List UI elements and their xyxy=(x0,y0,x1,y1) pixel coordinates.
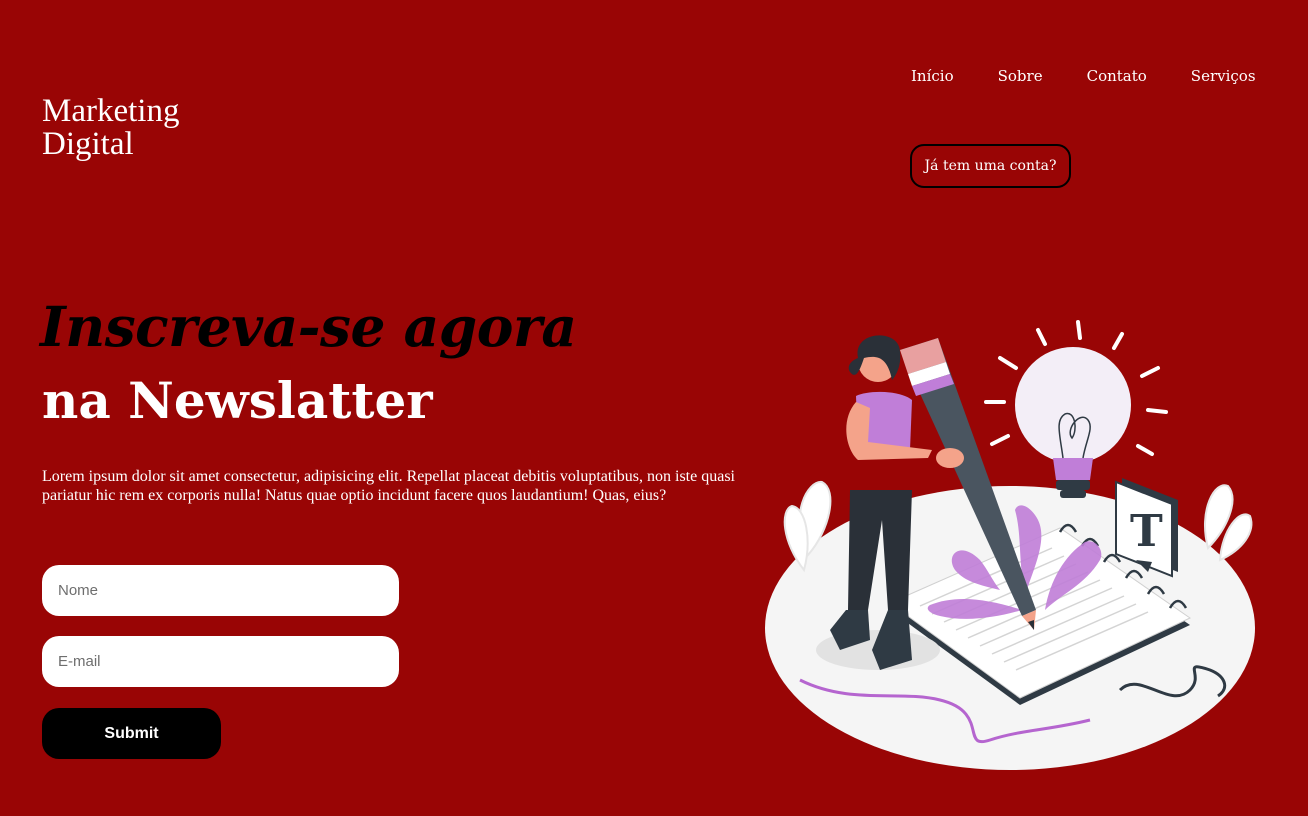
woman-writing-illustration: T xyxy=(765,320,1255,770)
login-button[interactable]: Já tem uma conta? xyxy=(910,144,1071,188)
hero-headline-italic: Inscreva-se agora xyxy=(40,294,577,359)
lightbulb-icon xyxy=(984,320,1168,498)
hero-headline-bold: na Newslatter xyxy=(42,371,433,430)
hero-paragraph: Lorem ipsum dolor sit amet consectetur, … xyxy=(42,468,735,504)
name-input[interactable] xyxy=(42,565,399,616)
brand-logo-line-2: Digital xyxy=(42,126,134,162)
submit-button[interactable]: Submit xyxy=(42,708,221,759)
brand-logo-line-1: Marketing xyxy=(42,93,180,129)
nav-item-inicio[interactable]: Início xyxy=(911,67,954,85)
text-bubble-letter: T xyxy=(1130,506,1163,557)
main-nav: Início Sobre Contato Serviços xyxy=(911,67,1256,85)
nav-item-contato[interactable]: Contato xyxy=(1087,67,1147,85)
email-input[interactable] xyxy=(42,636,399,687)
nav-item-servicos[interactable]: Serviços xyxy=(1191,67,1256,85)
landing-page: Marketing Digital Início Sobre Contato S… xyxy=(0,0,1308,816)
brand-logo[interactable]: Marketing Digital xyxy=(42,95,242,161)
nav-item-sobre[interactable]: Sobre xyxy=(998,67,1043,85)
